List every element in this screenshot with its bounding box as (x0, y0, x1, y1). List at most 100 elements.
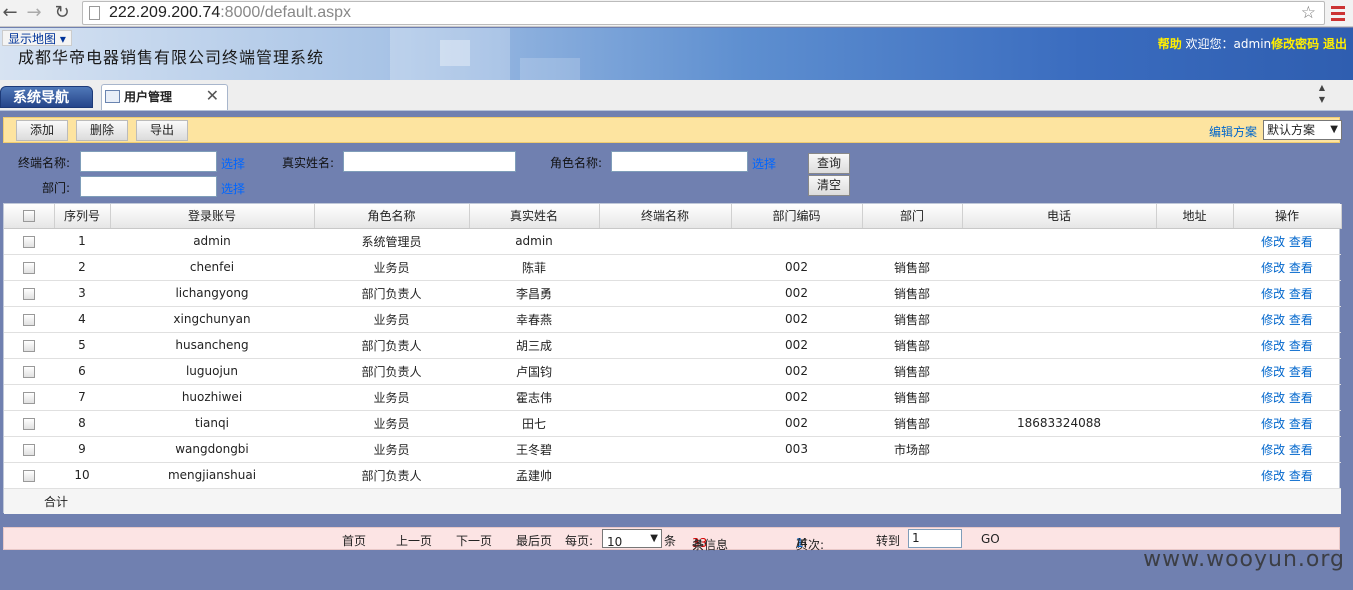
row-checkbox[interactable] (23, 391, 35, 404)
column-header[interactable]: 序列号 (54, 204, 111, 229)
last-page-link[interactable]: 最后页 (516, 532, 552, 549)
view-link[interactable]: 查看 (1289, 365, 1313, 379)
cell-no: 9 (54, 436, 110, 463)
row-checkbox[interactable] (23, 443, 35, 456)
view-link[interactable]: 查看 (1289, 443, 1313, 457)
cell-actions: 修改 查看 (1233, 384, 1341, 411)
edit-link[interactable]: 修改 (1261, 469, 1285, 483)
role-name-input[interactable] (611, 151, 748, 172)
edit-link[interactable]: 修改 (1261, 443, 1285, 457)
edit-link[interactable]: 修改 (1261, 313, 1285, 327)
goto-label: 转到 (876, 534, 901, 548)
forward-icon[interactable]: → (24, 3, 44, 23)
edit-link[interactable]: 修改 (1261, 391, 1285, 405)
prev-page-link[interactable]: 上一页 (396, 532, 432, 549)
help-link[interactable]: 帮助 (1158, 37, 1182, 51)
query-button[interactable]: 查询 (808, 153, 850, 174)
address-bar[interactable]: 222.209.200.74:8000/default.aspx ☆ (82, 1, 1325, 25)
column-header[interactable]: 真实姓名 (469, 204, 600, 229)
browser-menu-icon[interactable] (1331, 3, 1345, 23)
cell-actions: 修改 查看 (1233, 332, 1341, 359)
view-link[interactable]: 查看 (1289, 313, 1313, 327)
table-row: 7 huozhiwei 业务员 霍志伟 002 销售部 修改 查看 (4, 384, 1341, 411)
go-button[interactable]: GO (981, 532, 1000, 546)
clear-button[interactable]: 清空 (808, 175, 850, 196)
view-link[interactable]: 查看 (1289, 391, 1313, 405)
edit-link[interactable]: 修改 (1261, 417, 1285, 431)
choose-department-link[interactable]: 选择 (221, 180, 245, 197)
cell-dept (862, 228, 962, 255)
cell-terminal (599, 306, 731, 333)
cell-dept-code: 002 (731, 280, 862, 307)
row-checkbox[interactable] (23, 287, 35, 300)
row-select-cell (4, 384, 54, 411)
choose-terminal-link[interactable]: 选择 (221, 155, 245, 172)
cell-phone: 18683324088 (962, 410, 1156, 437)
department-input[interactable] (80, 176, 217, 197)
terminal-name-label: 终端名称: (17, 156, 70, 170)
cell-name: 孟建帅 (469, 462, 599, 489)
row-checkbox[interactable] (23, 365, 35, 378)
logout-link[interactable]: 退出 (1323, 37, 1347, 51)
cell-actions: 修改 查看 (1233, 306, 1341, 333)
close-icon[interactable]: ✕ (206, 86, 219, 105)
view-link[interactable]: 查看 (1289, 235, 1313, 249)
tab-scroll-arrows-icon[interactable]: ▲ ▼ (1315, 82, 1329, 110)
pagination-bar: 首页 上一页 下一页 最后页 每页: 10 ▼ 条 共 33 条信息 页次: 1/4… (3, 527, 1340, 552)
row-checkbox[interactable] (23, 469, 35, 482)
edit-scheme-link[interactable]: 编辑方案 (1209, 123, 1257, 140)
next-page-link[interactable]: 下一页 (456, 532, 492, 549)
view-link[interactable]: 查看 (1289, 469, 1313, 483)
column-header[interactable]: 地址 (1156, 204, 1234, 229)
edit-link[interactable]: 修改 (1261, 261, 1285, 275)
show-map-label: 显示地图 (8, 32, 57, 46)
column-header[interactable]: 终端名称 (599, 204, 732, 229)
cell-phone (962, 254, 1156, 281)
view-link[interactable]: 查看 (1289, 261, 1313, 275)
cell-address (1156, 228, 1233, 255)
edit-link[interactable]: 修改 (1261, 339, 1285, 353)
goto-page-input[interactable]: 1 (908, 529, 962, 548)
add-button[interactable]: 添加 (16, 120, 68, 141)
cell-address (1156, 410, 1233, 437)
edit-link[interactable]: 修改 (1261, 287, 1285, 301)
view-link[interactable]: 查看 (1289, 287, 1313, 301)
first-page-link[interactable]: 首页 (342, 532, 366, 549)
row-checkbox[interactable] (23, 417, 35, 430)
row-checkbox[interactable] (23, 235, 35, 248)
column-header[interactable]: 部门 (862, 204, 963, 229)
terminal-name-input[interactable] (80, 151, 217, 172)
per-page-select[interactable]: 10 ▼ (602, 529, 662, 549)
column-header[interactable]: 登录账号 (110, 204, 315, 229)
real-name-input[interactable] (343, 151, 516, 172)
row-checkbox[interactable] (23, 261, 35, 274)
cell-role: 部门负责人 (314, 462, 469, 489)
reload-icon[interactable]: ↻ (52, 3, 72, 23)
column-header[interactable]: 部门编码 (731, 204, 863, 229)
view-link[interactable]: 查看 (1289, 417, 1313, 431)
export-button[interactable]: 导出 (136, 120, 188, 141)
show-map-button[interactable]: 显示地图 ▾ (2, 30, 72, 46)
cell-role: 业务员 (314, 254, 469, 281)
bookmark-star-icon[interactable]: ☆ (1301, 3, 1316, 23)
select-all-checkbox[interactable] (22, 210, 35, 223)
column-header[interactable]: 操作 (1233, 204, 1342, 229)
delete-button[interactable]: 删除 (76, 120, 128, 141)
tab-system-nav[interactable]: 系统导航 (0, 86, 93, 108)
column-header[interactable]: 电话 (962, 204, 1157, 229)
row-checkbox[interactable] (23, 313, 35, 326)
edit-link[interactable]: 修改 (1261, 365, 1285, 379)
cell-terminal (599, 280, 731, 307)
view-link[interactable]: 查看 (1289, 339, 1313, 353)
choose-role-link[interactable]: 选择 (752, 155, 776, 172)
top-links: 帮助 欢迎您：admin修改密码 退出 (1158, 35, 1347, 52)
tab-user-management[interactable]: 用户管理 ✕ (101, 84, 228, 110)
cell-name: 幸春燕 (469, 306, 599, 333)
edit-link[interactable]: 修改 (1261, 235, 1285, 249)
row-checkbox[interactable] (23, 339, 35, 352)
cell-no: 3 (54, 280, 110, 307)
column-header[interactable]: 角色名称 (314, 204, 470, 229)
scheme-select[interactable]: 默认方案 ▼ (1263, 120, 1342, 140)
back-icon[interactable]: ← (0, 3, 20, 23)
change-password-link[interactable]: 修改密码 (1271, 37, 1319, 51)
